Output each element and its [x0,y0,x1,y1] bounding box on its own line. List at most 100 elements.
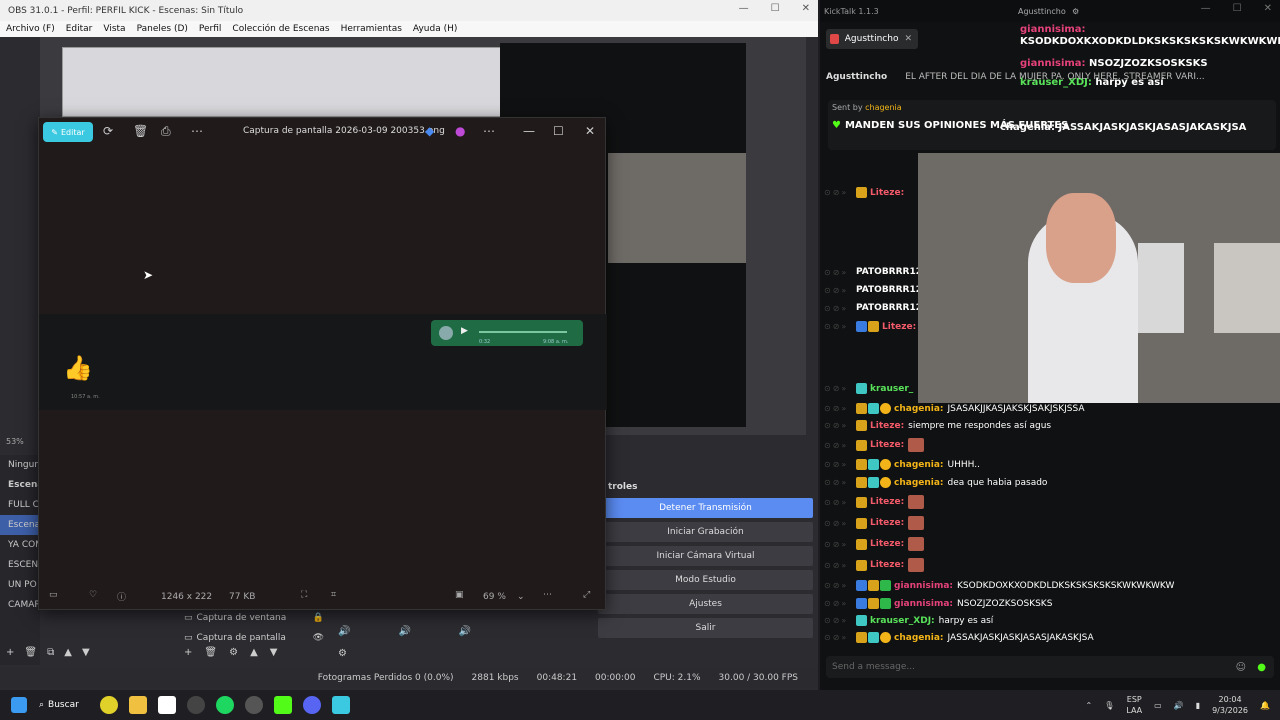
scene-item-selected[interactable]: Escena [0,515,40,535]
fit-icon[interactable]: ▣ [455,590,464,600]
chevron-up-icon[interactable]: ⌃ [1085,701,1092,710]
chat-user[interactable]: Liteze: [870,518,904,528]
chat-user[interactable]: Liteze: [882,322,916,332]
mod-tools[interactable]: ⊙⊘» [824,460,856,469]
chat-user[interactable]: Liteze: [870,539,904,549]
mod-tools[interactable]: ⊙⊘» [824,421,856,430]
maximize-icon[interactable]: ☐ [1233,3,1242,14]
chevron-down-icon[interactable]: ⌄ [517,592,525,602]
mod-tools[interactable]: ⊙⊘» [824,478,856,487]
mod-tools[interactable]: ⊙⊘» [824,561,856,570]
chat-user[interactable]: PATOBRRR12 [856,285,922,295]
chrome-icon[interactable] [100,696,118,714]
scene-item[interactable]: UN PO [0,575,40,595]
play-icon[interactable]: ▶ [461,326,468,336]
mod-tools[interactable]: ⊙⊘» [824,519,856,528]
exit-button[interactable]: Salir [598,618,813,638]
close-icon[interactable]: ✕ [904,34,912,44]
minimize-icon[interactable]: — [523,124,535,138]
menu-ayuda[interactable]: Ayuda (H) [413,24,457,34]
mod-tools[interactable]: ⊙⊘» [824,581,856,590]
trash-icon[interactable]: 🗑 [24,647,37,658]
down-icon[interactable]: ▼ [82,647,90,658]
photos-icon[interactable] [332,696,350,714]
chat-user[interactable]: krauser_ [870,384,913,394]
heart-icon[interactable]: ♡ [89,590,97,600]
designer-icon[interactable]: ◆ [425,124,434,138]
maximize-icon[interactable]: ☐ [553,124,564,138]
maximize-icon[interactable]: ☐ [771,3,780,14]
menu-editar[interactable]: Editar [66,24,93,34]
windows-start-icon[interactable] [11,697,27,713]
chat-user[interactable]: PATOBRRR12 [856,303,922,313]
chat-user[interactable]: giannisima: [894,581,953,591]
menu-archivo[interactable]: Archivo (F) [6,24,55,34]
chat-user[interactable]: chagenia: [894,633,944,643]
mod-tools[interactable]: ⊙⊘» [824,633,856,642]
channel-tab[interactable]: Agusttincho ✕ [826,29,918,49]
fullscreen-icon[interactable]: ⤢ [583,590,590,600]
mod-tools[interactable]: ⊙⊘» [824,404,856,413]
settings-button[interactable]: Ajustes [598,594,813,614]
taskbar-search[interactable]: ⌕ Buscar [39,700,89,710]
crop-icon[interactable]: ⛶ [301,590,307,600]
info-icon[interactable]: ⓘ [117,590,126,603]
mod-tools[interactable]: ⊙⊘» [824,616,856,625]
source-item[interactable]: ▭ Captura de ventana 🔒 [184,608,324,628]
scene-item[interactable]: CAMARA [0,595,40,615]
menu-coleccion[interactable]: Colección de Escenas [232,24,329,34]
mod-tools[interactable]: ⊙⊘» [824,599,856,608]
file-explorer-icon[interactable] [129,696,147,714]
emote-picker-icon[interactable]: ☺ [1236,662,1246,673]
chat-user[interactable]: Liteze: [870,188,904,198]
add-icon[interactable]: + [6,647,14,658]
chatgpt-icon[interactable] [187,696,205,714]
scene-item[interactable]: YA COM [0,535,40,555]
speaker-icon[interactable]: 🔊 [398,626,410,637]
notepad-icon[interactable] [158,696,176,714]
account-name[interactable]: Agusttincho [1018,7,1066,16]
trash-icon[interactable]: 🗑 [204,647,217,658]
chat-user[interactable]: PATOBRRR12 [856,267,922,277]
scene-item[interactable]: ESCENA [0,555,40,575]
close-icon[interactable]: ✕ [1264,3,1272,14]
kick-emote-icon[interactable]: ● [1257,662,1266,673]
volume-icon[interactable]: 🔊 [1174,701,1184,710]
network-icon[interactable]: ▭ [1154,701,1162,710]
close-icon[interactable]: ✕ [802,3,810,14]
notifications-icon[interactable]: 🔔 [1260,701,1270,710]
chat-user[interactable]: chagenia: [894,404,944,414]
copilot-icon[interactable]: ● [455,124,465,138]
mixer-gear-icon[interactable]: ⚙ [338,648,347,659]
lock-icon[interactable]: 🔒 [313,613,324,623]
filter-icon[interactable]: ⧉ [47,647,54,658]
down-icon[interactable]: ▼ [270,647,278,658]
speaker-icon[interactable]: 🔊 [459,626,471,637]
chat-input[interactable]: Send a message... ☺ ● [826,656,1274,678]
more-icon[interactable]: ⋯ [543,590,552,600]
battery-icon[interactable]: ▮ [1196,701,1200,710]
chat-user[interactable]: giannisima: [1020,24,1086,35]
menu-perfil[interactable]: Perfil [199,24,222,34]
speaker-icon[interactable]: 🔊 [338,626,350,637]
mod-tools[interactable]: ⊙⊘» [824,304,856,313]
scan-icon[interactable]: ⌗ [331,590,336,600]
add-icon[interactable]: + [184,647,192,658]
chat-user[interactable]: Liteze: [870,440,904,450]
mod-tools[interactable]: ⊙⊘» [824,268,856,277]
obs-icon[interactable] [245,696,263,714]
rotate-icon[interactable]: ⟳ [103,124,113,138]
kick-icon[interactable] [274,696,292,714]
chat-user[interactable]: Liteze: [870,421,904,431]
minimize-icon[interactable]: — [1201,3,1211,14]
more-icon[interactable]: ⋯ [483,124,495,138]
minimize-icon[interactable]: — [739,3,749,14]
voice-message-bubble[interactable]: ▶ 0:32 9:08 a. m. [431,320,583,346]
gear-icon[interactable]: ⚙ [229,647,238,658]
chat-user[interactable]: giannisima: [894,599,953,609]
menu-herramientas[interactable]: Herramientas [341,24,402,34]
gear-icon[interactable]: ⚙ [1072,7,1079,16]
start-virtual-camera-button[interactable]: Iniciar Cámara Virtual [598,546,813,566]
chat-user[interactable]: krauser_XDJ: [870,616,935,626]
mod-tools[interactable]: ⊙⊘» [824,498,856,507]
